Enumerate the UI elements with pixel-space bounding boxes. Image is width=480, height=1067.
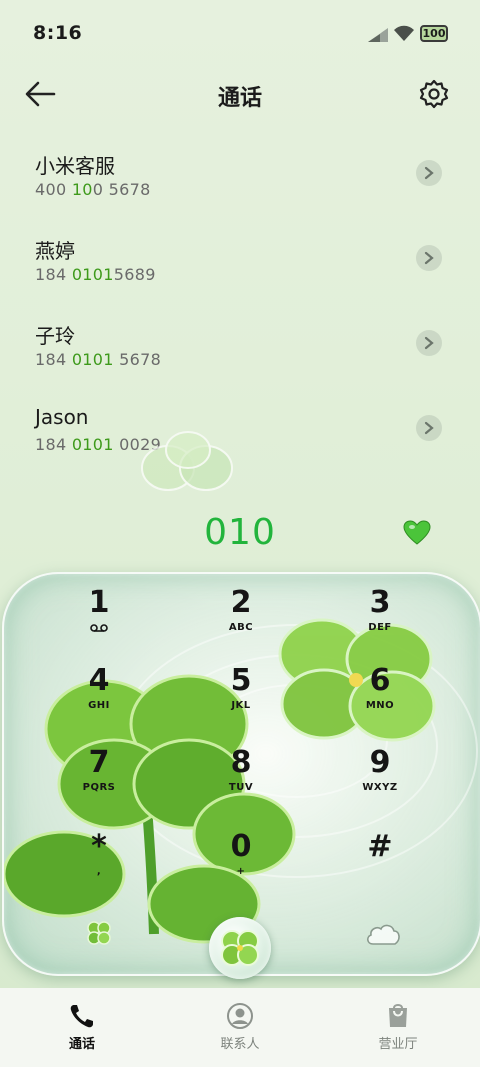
chevron-right-icon[interactable] (416, 415, 442, 441)
key-2[interactable]: 2 ABC (196, 586, 286, 656)
key-7[interactable]: 7 PQRS (54, 746, 144, 816)
contact-name: 子玲 (35, 324, 75, 348)
battery-icon: 100 (420, 25, 448, 42)
contact-icon (227, 1003, 253, 1029)
tab-label: 通话 (68, 1037, 95, 1052)
phone-icon (70, 1005, 93, 1028)
contact-number: 184 0101 5678 (35, 350, 162, 369)
page-title: 通话 (217, 86, 262, 111)
tab-calls[interactable]: 通话 (22, 988, 142, 1067)
contact-name: 小米客服 (35, 154, 115, 178)
key-3[interactable]: 3 DEF (335, 586, 425, 656)
contact-row[interactable]: 燕婷 184 01015689 (0, 235, 480, 319)
header: 通话 (0, 66, 480, 126)
key-6[interactable]: 6 MNO (335, 664, 425, 734)
clover-call-icon (221, 930, 259, 966)
contact-row[interactable]: 小米客服 400 100 5678 (0, 150, 480, 234)
key-star[interactable]: *, (54, 830, 144, 900)
small-clover-icon[interactable] (84, 918, 114, 948)
wifi-icon (394, 25, 414, 41)
cloud-icon[interactable] (364, 920, 402, 948)
tab-label: 联系人 (220, 1037, 260, 1052)
call-button[interactable] (209, 917, 271, 979)
contact-number: 184 01015689 (35, 265, 156, 284)
key-5[interactable]: 5 JKL (196, 664, 286, 734)
contact-number: 400 100 5678 (35, 180, 151, 199)
key-hash[interactable]: # (335, 830, 425, 900)
gear-icon[interactable] (418, 78, 450, 110)
voicemail-icon (90, 624, 108, 632)
signal-icon (368, 28, 388, 42)
key-4[interactable]: 4 GHI (54, 664, 144, 734)
status-time: 8:16 (33, 22, 83, 44)
chevron-right-icon[interactable] (416, 330, 442, 356)
bag-icon (389, 1004, 407, 1027)
key-0[interactable]: 0 + (196, 830, 286, 900)
tab-contacts[interactable]: 联系人 (180, 988, 300, 1067)
key-8[interactable]: 8 TUV (196, 746, 286, 816)
contact-name: Jason (35, 405, 89, 429)
contact-name: 燕婷 (35, 239, 75, 263)
tab-label: 营业厅 (378, 1037, 418, 1052)
clover-decoration-icon (141, 431, 233, 491)
heart-icon[interactable] (403, 520, 431, 546)
tab-business-hall[interactable]: 营业厅 (338, 988, 458, 1067)
status-bar: 8:16 100 (0, 0, 480, 66)
key-1[interactable]: 1 (54, 586, 144, 656)
bottom-tab-bar: 通话 联系人 营业厅 (0, 988, 480, 1067)
key-9[interactable]: 9 WXYZ (335, 746, 425, 816)
chevron-right-icon[interactable] (416, 160, 442, 186)
contact-row[interactable]: 子玲 184 0101 5678 (0, 320, 480, 404)
chevron-right-icon[interactable] (416, 245, 442, 271)
